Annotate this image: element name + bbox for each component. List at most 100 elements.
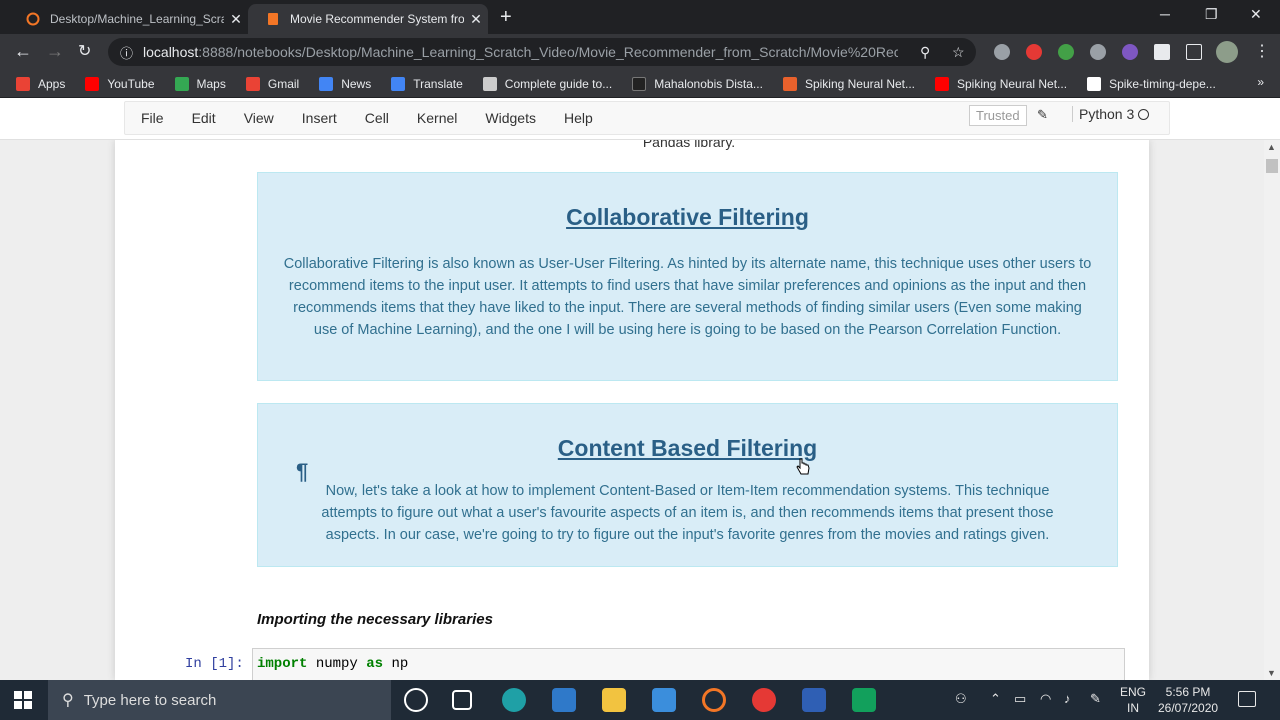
battery-icon[interactable]: ▭ <box>1014 691 1026 707</box>
menu-kernel[interactable]: Kernel <box>417 110 457 126</box>
purple-extension-icon[interactable] <box>1122 44 1138 60</box>
browser-tab-strip: Desktop/Machine_Learning_Scratch ✕ Movie… <box>0 0 1280 34</box>
mail-icon[interactable] <box>652 688 676 712</box>
tab-title: Movie Recommender System from <box>290 12 464 26</box>
url-path: :8888/notebooks/Desktop/Machine_Learning… <box>198 44 899 60</box>
avatar[interactable] <box>1216 41 1238 63</box>
drive-extension-icon[interactable] <box>1090 44 1106 60</box>
system-clock[interactable]: 5:56 PM 26/07/2020 <box>1158 684 1218 716</box>
content-based-filtering-heading[interactable]: Content Based Filtering <box>258 435 1117 462</box>
back-icon[interactable]: ← <box>14 41 32 62</box>
bookmark-spiking-1[interactable]: Spiking Neural Net... <box>782 76 915 91</box>
code-cell[interactable]: import numpy as np <box>252 648 1125 680</box>
menu-help[interactable]: Help <box>564 110 593 126</box>
zoom-icon[interactable]: ⚲ <box>920 44 930 61</box>
hand-cursor-icon <box>796 458 810 475</box>
green-extension-icon[interactable] <box>1058 44 1074 60</box>
bookmark-youtube[interactable]: YouTube <box>85 76 155 91</box>
page-scrollbar[interactable]: ▲ ▼ <box>1264 140 1280 680</box>
bookmark-news[interactable]: News <box>319 76 371 91</box>
close-window-icon[interactable]: ✕ <box>1250 6 1262 23</box>
collaborative-filtering-cell[interactable]: Collaborative Filtering Collaborative Fi… <box>257 172 1118 381</box>
menu-cell[interactable]: Cell <box>365 110 389 126</box>
volume-icon[interactable]: ♪ <box>1064 691 1071 706</box>
people-icon[interactable]: ⚇ <box>955 691 967 707</box>
bookmark-mahalonobis[interactable]: Mahalonobis Dista... <box>632 76 763 91</box>
menu-view[interactable]: View <box>244 110 274 126</box>
address-bar[interactable]: ⓘ localhost :8888/notebooks/Desktop/Mach… <box>108 38 976 66</box>
search-placeholder: Type here to search <box>83 691 217 709</box>
kernel-idle-icon <box>1138 109 1149 120</box>
translate-icon <box>391 76 406 91</box>
scroll-thumb[interactable] <box>1266 159 1278 173</box>
pen-icon[interactable]: ✎ <box>1090 691 1101 707</box>
kernel-name[interactable]: Python 3 <box>1072 106 1134 122</box>
bookmark-complete-guide[interactable]: Complete guide to... <box>482 76 613 91</box>
task-view-icon[interactable] <box>452 690 472 710</box>
search-icon: ⚲ <box>62 692 74 709</box>
tab-movie-recommender[interactable]: Movie Recommender System from ✕ <box>248 4 488 34</box>
notebook-container: Pandas library. Collaborative Filtering … <box>0 140 1264 680</box>
bookmark-gmail[interactable]: Gmail <box>245 76 300 91</box>
triangle-icon <box>782 76 797 91</box>
trusted-indicator[interactable]: Trusted <box>969 105 1027 126</box>
collaborative-filtering-heading[interactable]: Collaborative Filtering <box>258 204 1117 231</box>
language-indicator[interactable]: ENG IN <box>1120 684 1146 716</box>
notifications-icon[interactable] <box>1238 691 1256 707</box>
cast-icon[interactable] <box>1186 44 1202 60</box>
edge-icon[interactable] <box>502 688 526 712</box>
clock-time: 5:56 PM <box>1165 685 1211 699</box>
tab-desktop[interactable]: Desktop/Machine_Learning_Scratch ✕ <box>8 4 248 34</box>
bookmark-star-icon[interactable]: ☆ <box>952 44 965 61</box>
shield-extension-icon[interactable] <box>994 44 1010 60</box>
taskbar-search[interactable]: ⚲ Type here to search <box>48 680 391 720</box>
content-based-filtering-cell[interactable]: Content Based Filtering ¶ Now, let's tak… <box>257 403 1118 567</box>
ml-icon <box>632 76 647 91</box>
apps-grid-icon <box>16 76 30 91</box>
show-hidden-icons-icon[interactable]: ⌃ <box>990 691 1001 707</box>
windows-start-icon[interactable] <box>14 691 32 709</box>
bookmark-label: Apps <box>38 76 66 91</box>
anchor-link-icon[interactable]: ¶ <box>296 459 308 485</box>
bookmark-translate[interactable]: Translate <box>391 76 463 91</box>
bookmark-spiking-2[interactable]: Spiking Neural Net... <box>935 76 1067 91</box>
red-extension-icon[interactable] <box>1026 44 1042 60</box>
bookmark-spike-timing[interactable]: Spike-timing-depe... <box>1087 76 1216 91</box>
puzzle-extensions-icon[interactable] <box>1154 44 1170 60</box>
menu-insert[interactable]: Insert <box>302 110 337 126</box>
close-icon[interactable]: ✕ <box>464 11 488 28</box>
restore-icon[interactable]: ❐ <box>1205 6 1218 23</box>
url-host: localhost <box>143 44 199 60</box>
bookmark-label: Complete guide to... <box>504 76 613 91</box>
previous-cell-text: Pandas library. <box>642 140 736 150</box>
reload-icon[interactable]: ↻ <box>78 41 91 61</box>
scroll-down-icon[interactable]: ▼ <box>1267 668 1276 678</box>
browser-toolbar: ← → ↻ ⓘ localhost :8888/notebooks/Deskto… <box>0 34 1280 70</box>
more-menu-icon[interactable]: ⋮ <box>1254 41 1270 61</box>
jupyter-taskbar-icon[interactable] <box>702 688 726 712</box>
bookmarks-overflow-icon[interactable]: » <box>1257 75 1264 89</box>
new-tab-icon[interactable]: + <box>500 6 512 29</box>
clock-date: 26/07/2020 <box>1158 701 1219 715</box>
video-editor-icon[interactable] <box>852 688 876 712</box>
minimize-icon[interactable]: ─ <box>1160 6 1170 22</box>
forward-icon[interactable]: → <box>46 41 64 62</box>
youtube-icon <box>935 76 949 91</box>
chart-icon <box>482 76 497 91</box>
bookmark-maps[interactable]: Maps <box>174 76 226 91</box>
menu-edit[interactable]: Edit <box>192 110 216 126</box>
wifi-icon[interactable]: ◠ <box>1040 691 1051 707</box>
cortana-icon[interactable] <box>404 688 428 712</box>
info-icon[interactable]: ⓘ <box>120 43 133 62</box>
store-icon[interactable] <box>552 688 576 712</box>
photos-icon[interactable] <box>802 688 826 712</box>
file-explorer-icon[interactable] <box>602 688 626 712</box>
code-keyword: import <box>257 656 308 672</box>
close-icon[interactable]: ✕ <box>224 11 248 28</box>
menu-widgets[interactable]: Widgets <box>485 110 536 126</box>
bookmark-label: Gmail <box>267 76 300 91</box>
scroll-up-icon[interactable]: ▲ <box>1267 142 1276 152</box>
menu-file[interactable]: File <box>141 110 164 126</box>
chrome-icon[interactable] <box>752 688 776 712</box>
bookmark-apps[interactable]: Apps <box>16 76 66 91</box>
